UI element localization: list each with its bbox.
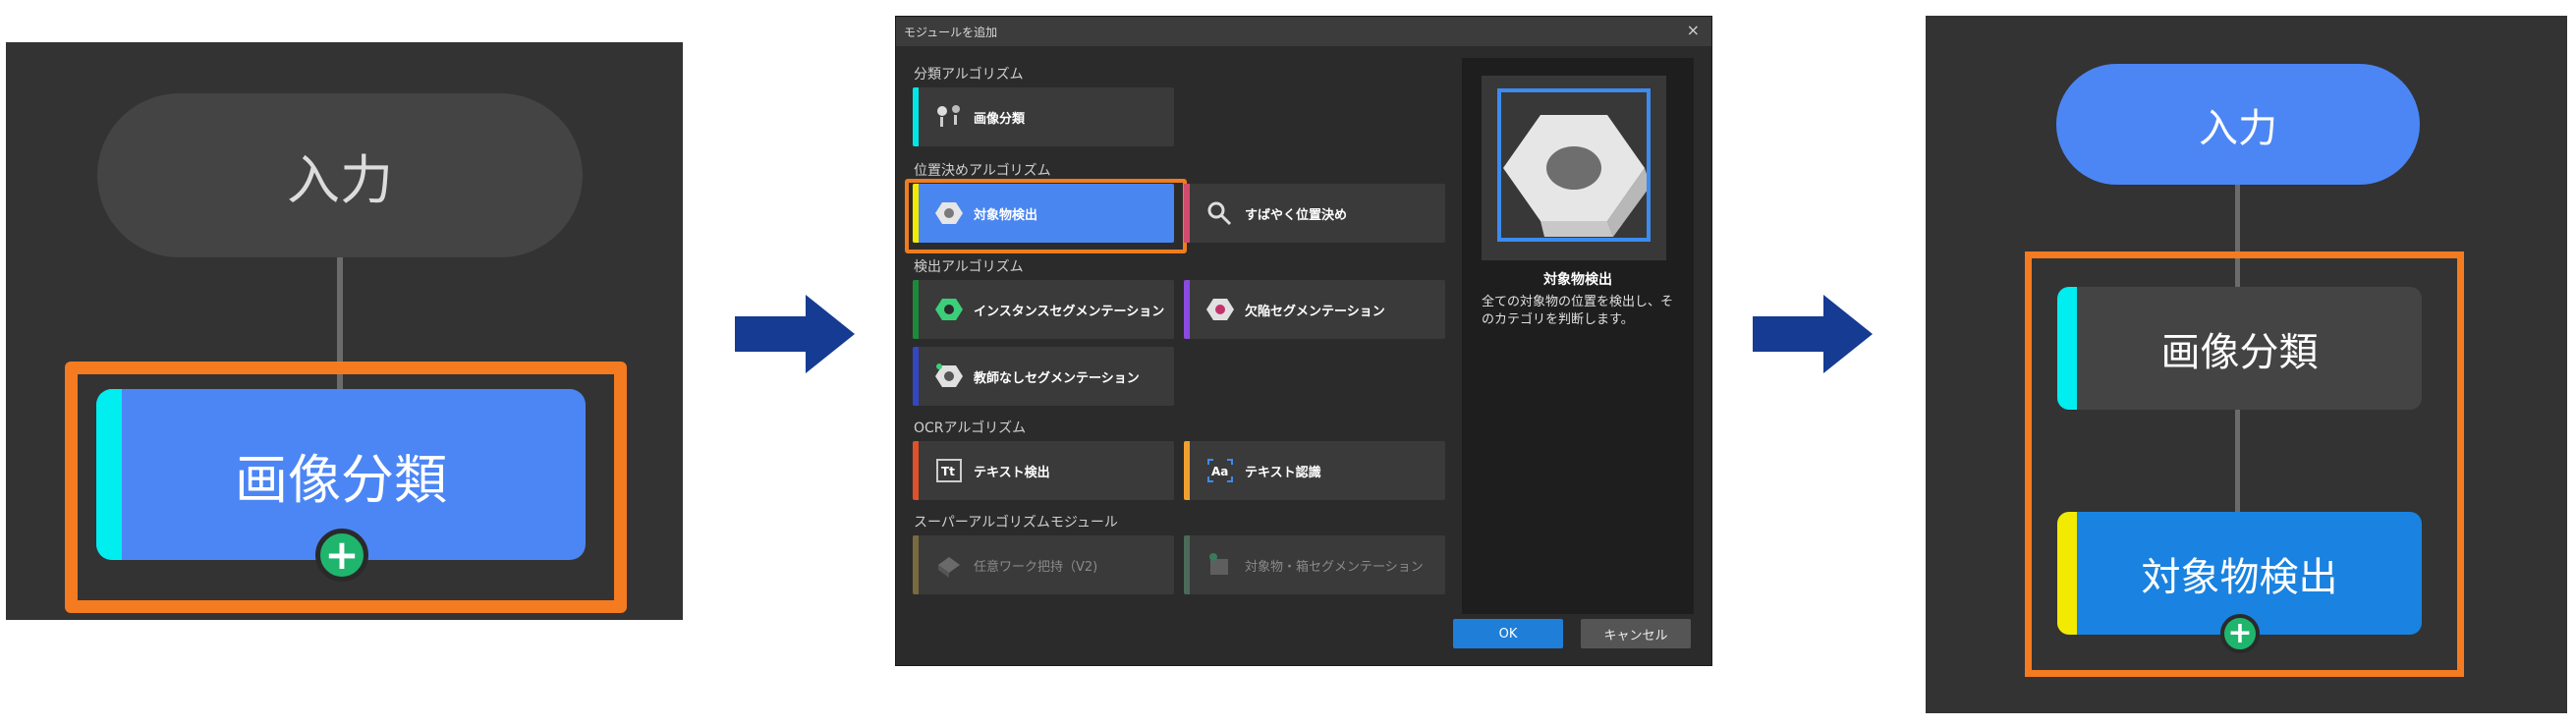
- section-ocr: OCRアルゴリズム: [914, 420, 1027, 436]
- module-label: テキスト検出: [974, 466, 1050, 480]
- preview-description: 全ての対象物の位置を検出し、そのカテゴリを判断します。: [1482, 295, 1674, 327]
- cancel-button[interactable]: キャンセル: [1581, 619, 1691, 648]
- module-label: 画像分類: [974, 112, 1026, 127]
- section-positioning: 位置決めアルゴリズム: [914, 163, 1051, 179]
- module-label: 教師なしセグメンテーション: [974, 371, 1140, 386]
- unsupervised-nut-icon: [935, 364, 963, 387]
- module-text-detection[interactable]: Tt テキスト検出: [913, 441, 1174, 500]
- module-unsupervised-segmentation[interactable]: 教師なしセグメンテーション: [913, 347, 1174, 406]
- preview-title: 対象物検出: [1543, 272, 1612, 288]
- dialog-title: モジュールを追加: [904, 25, 998, 39]
- input-node-label: 入力: [287, 149, 393, 211]
- classification-icon: [937, 105, 960, 127]
- ok-button[interactable]: OK: [1453, 619, 1563, 648]
- svg-text:Aa: Aa: [1211, 465, 1228, 478]
- module-label: 欠陥セグメンテーション: [1245, 305, 1385, 319]
- classification-node-label: 画像分類: [2160, 329, 2319, 375]
- node-accent-bar: [2057, 512, 2077, 635]
- module-label: 対象物検出: [974, 208, 1038, 223]
- module-object-detection[interactable]: 対象物検出: [913, 184, 1174, 243]
- defect-nut-icon: [1206, 299, 1234, 320]
- section-super: スーパーアルゴリズムモジュール: [914, 515, 1118, 531]
- module-defect-segmentation[interactable]: 欠陥セグメンテーション: [1184, 280, 1445, 339]
- input-node[interactable]: 入力: [97, 93, 583, 257]
- workflow-canvas-before: 入力 画像分類 +: [6, 42, 683, 620]
- module-instance-segmentation[interactable]: インスタンスセグメンテーション: [913, 280, 1174, 339]
- box-segmentation-icon: [1209, 553, 1228, 575]
- workflow-canvas-after: 入力 画像分類 対象物検出 +: [1926, 16, 2567, 713]
- magnifier-icon: [1207, 201, 1232, 226]
- text-detection-icon: Tt: [936, 459, 962, 482]
- section-classification: 分類アルゴリズム: [914, 67, 1024, 83]
- module-text-recognition[interactable]: Aa テキスト認識: [1184, 441, 1445, 500]
- add-module-icon[interactable]: +: [315, 529, 368, 582]
- arrow-right-icon: [1753, 295, 1873, 373]
- bounding-box: [1497, 88, 1651, 242]
- image-classification-node[interactable]: 画像分類: [2057, 287, 2422, 410]
- module-label: 任意ワーク把持（V2): [974, 560, 1098, 575]
- hex-nut-icon: [935, 202, 963, 224]
- node-accent-bar: [96, 389, 122, 560]
- detection-node-label: 対象物検出: [2141, 554, 2338, 600]
- module-label: すばやく位置決め: [1245, 208, 1348, 223]
- text-recognition-icon: Aa: [1207, 459, 1233, 482]
- module-arbitrary-grasp[interactable]: 任意ワーク把持（V2): [913, 535, 1174, 594]
- add-module-dialog: モジュールを追加 × 分類アルゴリズム 画像分類 位置決めアルゴリズム 対象物検…: [895, 16, 1712, 666]
- module-label: テキスト認識: [1245, 466, 1321, 480]
- node-accent-bar: [2057, 287, 2077, 410]
- module-object-box-segmentation[interactable]: 対象物・箱セグメンテーション: [1184, 535, 1445, 594]
- input-node-label: 入力: [2199, 105, 2277, 151]
- section-detection: 検出アルゴリズム: [914, 259, 1024, 275]
- close-icon[interactable]: ×: [1687, 21, 1700, 39]
- classification-node-label: 画像分類: [235, 448, 447, 511]
- arrow-right-icon: [735, 295, 855, 373]
- svg-text:Tt: Tt: [941, 465, 955, 478]
- module-image-classification[interactable]: 画像分類: [913, 87, 1174, 146]
- preview-image: [1482, 76, 1666, 260]
- dialog-titlebar: モジュールを追加: [896, 17, 1711, 46]
- add-module-icon[interactable]: +: [2220, 614, 2260, 653]
- module-fast-positioning[interactable]: すばやく位置決め: [1184, 184, 1445, 243]
- module-label: 対象物・箱セグメンテーション: [1245, 560, 1424, 575]
- grasp-icon: [938, 557, 960, 578]
- module-label: インスタンスセグメンテーション: [974, 305, 1165, 319]
- input-node[interactable]: 入力: [2056, 64, 2420, 185]
- module-preview-pane: 対象物検出 全ての対象物の位置を検出し、そのカテゴリを判断します。: [1462, 58, 1694, 614]
- segmentation-nut-icon: [935, 299, 963, 320]
